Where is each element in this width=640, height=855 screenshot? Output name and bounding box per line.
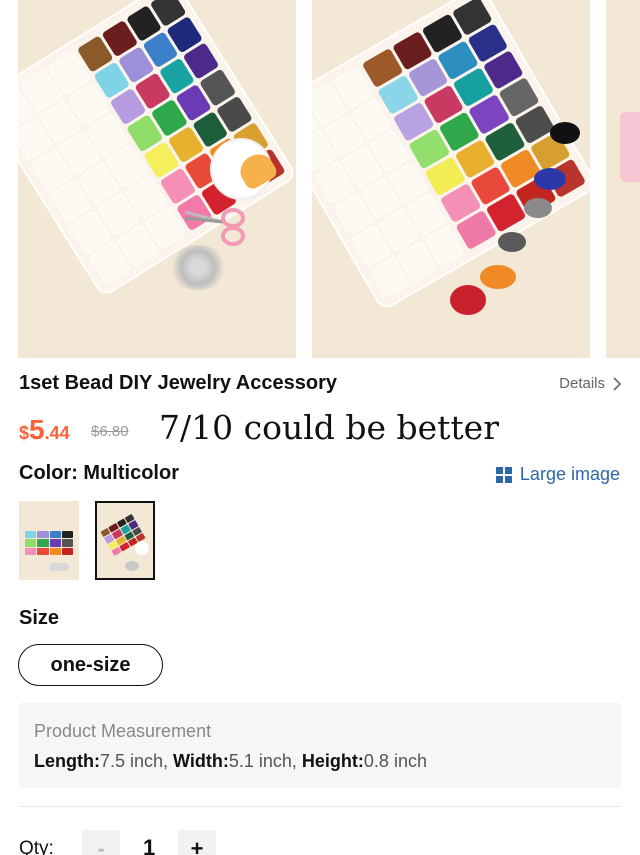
loose-dark-beads: [498, 232, 526, 252]
chevron-right-icon: [613, 376, 622, 391]
size-option-one-size[interactable]: one-size: [18, 644, 163, 686]
bead-tray: [312, 0, 590, 312]
height-key: Height:: [301, 751, 364, 771]
price-decimal: .44: [44, 423, 70, 443]
qty-value[interactable]: 1: [143, 835, 155, 855]
overlay-rating-text: 7/10 could be better: [159, 408, 499, 447]
separator: ,: [163, 751, 174, 771]
qty-increase-button[interactable]: +: [178, 830, 216, 855]
height-value: 0.8 inch: [363, 751, 427, 771]
gallery-image-3[interactable]: [606, 0, 640, 358]
color-label: Color: Multicolor: [19, 462, 179, 484]
color-swatch-1[interactable]: [19, 501, 79, 580]
silver-charms: [168, 245, 228, 290]
scissors-icon: [184, 208, 245, 246]
grid-icon: [495, 466, 512, 483]
length-value: 7.5 inch: [99, 751, 164, 771]
price-currency: $: [19, 423, 30, 443]
separator: ,: [291, 751, 302, 771]
large-image-label: Large image: [519, 464, 620, 484]
length-key: Length:: [34, 751, 100, 771]
gallery-image-2[interactable]: [312, 0, 590, 358]
loose-blue-beads: [534, 168, 566, 190]
width-key: Width:: [173, 751, 229, 771]
loose-red-beads: [450, 285, 486, 315]
color-swatch-2-selected[interactable]: [95, 501, 155, 580]
divider: [19, 806, 621, 807]
details-link[interactable]: Details: [559, 375, 622, 392]
details-label: Details: [559, 375, 605, 392]
image-gallery[interactable]: [0, 0, 640, 360]
loose-grey-beads: [524, 198, 552, 218]
size-label: Size: [19, 607, 60, 629]
qty-decrease-button[interactable]: -: [82, 830, 120, 855]
price-integer: 5: [29, 414, 45, 445]
width-value: 5.1 inch: [228, 751, 292, 771]
sale-price: $5.44: [19, 414, 70, 446]
product-title: 1set Bead DIY Jewelry Accessory: [19, 372, 337, 394]
loose-black-beads: [550, 122, 580, 144]
measurement-values: Length:7.5 inch, Width:5.1 inch, Height:…: [34, 751, 427, 772]
product-measurement-box: Product Measurement Length:7.5 inch, Wid…: [19, 703, 621, 788]
loose-orange-beads: [480, 265, 516, 289]
large-image-button[interactable]: Large image: [495, 464, 620, 485]
gallery-image-1[interactable]: [18, 0, 296, 358]
measurement-title: Product Measurement: [34, 721, 212, 741]
original-price: $6.80: [91, 423, 129, 440]
qty-label: Qty:: [19, 838, 54, 855]
